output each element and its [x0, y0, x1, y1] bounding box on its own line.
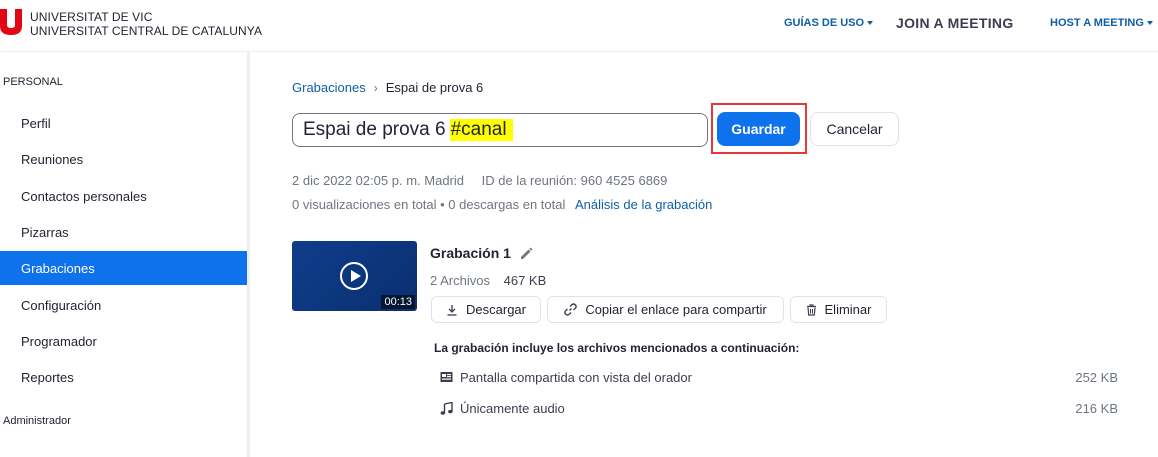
download-button[interactable]: Descargar — [431, 296, 541, 323]
file-row[interactable]: Únicamente audio 216 KB — [440, 399, 1118, 417]
university-name[interactable]: UNIVERSITAT DE VIC UNIVERSITAT CENTRAL D… — [30, 10, 262, 38]
cancel-button[interactable]: Cancelar — [810, 112, 899, 146]
download-label: Descargar — [466, 302, 526, 317]
breadcrumb-current: Espai de prova 6 — [385, 80, 484, 95]
screen-share-icon — [440, 372, 453, 382]
play-icon[interactable] — [340, 262, 368, 290]
recording-name: Grabación 1 — [430, 245, 511, 261]
chevron-right-icon: › — [373, 80, 378, 95]
nav-guias-de-uso[interactable]: GUÍAS DE USO — [784, 0, 874, 46]
sidebar-item-label: Grabaciones — [21, 260, 95, 276]
title-input-highlight: #canal — [449, 119, 513, 141]
file-name: Únicamente audio — [460, 400, 565, 416]
recording-stats-row: 0 visualizaciones en total • 0 descargas… — [292, 197, 712, 212]
file-name: Pantalla compartida con vista del orador — [460, 369, 692, 385]
nav-join-meeting[interactable]: JOIN A MEETING — [896, 0, 1014, 46]
meeting-id: ID de la reunión: 960 4525 6869 — [481, 173, 668, 188]
recording-date: 2 dic 2022 02:05 p. m. Madrid — [292, 173, 464, 188]
link-icon — [564, 303, 578, 316]
nav-guias-label: GUÍAS DE USO — [784, 17, 865, 29]
title-input-text: Espai de prova 6 — [303, 119, 446, 140]
breadcrumb-grabaciones-link[interactable]: Grabaciones — [292, 80, 366, 95]
recording-stats: 0 visualizaciones en total • 0 descargas… — [292, 197, 566, 212]
sidebar-item-pizarras[interactable]: Pizarras — [0, 215, 247, 249]
brand-line-1: UNIVERSITAT DE VIC — [30, 10, 153, 24]
copy-share-link-button[interactable]: Copiar el enlace para compartir — [547, 296, 784, 323]
breadcrumb: Grabaciones › Espai de prova 6 — [292, 80, 483, 95]
university-logo-icon[interactable] — [0, 9, 22, 35]
file-row[interactable]: Pantalla compartida con vista del orador… — [440, 368, 1118, 386]
recording-meta: 2 dic 2022 02:05 p. m. Madrid ID de la r… — [292, 173, 667, 188]
pencil-icon[interactable] — [520, 247, 533, 260]
brand-line-2: UNIVERSITAT CENTRAL DE CATALUNYA — [30, 24, 263, 38]
sidebar-item-label: Programador — [21, 333, 97, 349]
sidebar-item-label: Configuración — [21, 297, 102, 313]
sidebar-item-label: Contactos personales — [21, 188, 147, 204]
sidebar-item-configuracion[interactable]: Configuración — [0, 288, 247, 322]
recording-name-row: Grabación 1 — [430, 245, 533, 261]
sidebar-item-reportes[interactable]: Reportes — [0, 360, 247, 394]
sidebar-item-reuniones[interactable]: Reuniones — [0, 142, 247, 176]
nav-host-meeting[interactable]: HOST A MEETING — [1050, 0, 1153, 46]
delete-label: Eliminar — [824, 302, 872, 317]
sidebar-item-label: Perfil — [21, 115, 51, 131]
delete-button[interactable]: Eliminar — [790, 296, 887, 323]
sidebar-item-programador[interactable]: Programador — [0, 324, 247, 358]
recording-total-size: 467 KB — [503, 273, 547, 288]
copy-link-label: Copiar el enlace para compartir — [585, 302, 767, 317]
download-icon — [447, 304, 457, 316]
sidebar-section-admin[interactable]: Administrador — [3, 415, 71, 427]
chevron-down-icon — [1146, 21, 1153, 25]
sidebar-section-personal: PERSONAL — [3, 76, 63, 88]
nav-host-label: HOST A MEETING — [1050, 17, 1144, 29]
recording-files-summary: 2 Archivos 467 KB — [430, 273, 546, 288]
nav-join-label: JOIN A MEETING — [896, 15, 1014, 31]
file-size: 216 KB — [1075, 400, 1118, 416]
music-note-icon — [440, 401, 453, 415]
recording-thumbnail[interactable]: 00:13 — [292, 241, 417, 311]
file-size: 252 KB — [1075, 369, 1118, 385]
recording-files-count: 2 Archivos — [430, 273, 490, 288]
recording-title-input[interactable]: Espai de prova 6 #canal — [292, 113, 708, 147]
recording-duration: 00:13 — [381, 295, 415, 309]
sidebar-item-grabaciones[interactable]: Grabaciones — [0, 251, 247, 285]
sidebar-item-label: Reportes — [21, 369, 74, 385]
recording-analysis-link[interactable]: Análisis de la grabación — [575, 197, 712, 212]
sidebar-item-contactos[interactable]: Contactos personales — [0, 179, 247, 213]
sidebar-item-perfil[interactable]: Perfil — [0, 106, 247, 140]
sidebar-item-label: Pizarras — [21, 224, 69, 240]
trash-icon — [806, 303, 816, 316]
sidebar: PERSONAL Perfil Reuniones Contactos pers… — [0, 52, 250, 457]
sidebar-item-label: Reuniones — [21, 151, 84, 167]
chevron-down-icon — [867, 21, 874, 25]
files-heading: La grabación incluye los archivos mencio… — [434, 341, 800, 355]
top-header: UNIVERSITAT DE VIC UNIVERSITAT CENTRAL D… — [0, 0, 1158, 52]
save-button[interactable]: Guardar — [717, 112, 800, 146]
